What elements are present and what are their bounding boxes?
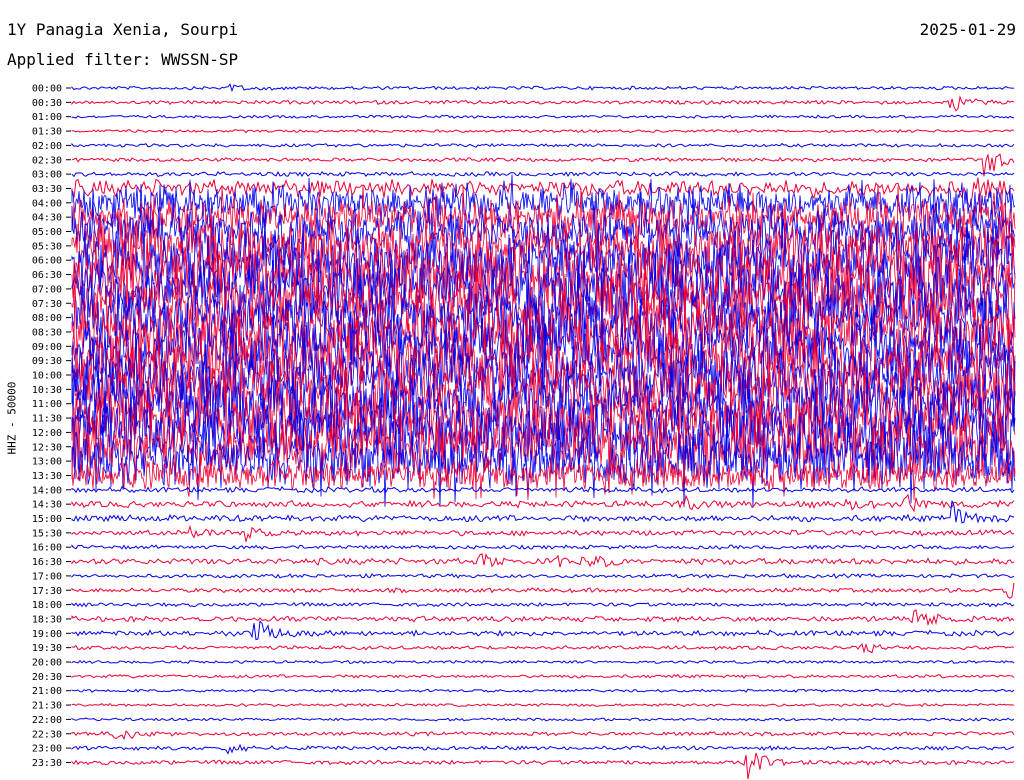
trace-line [71,601,1015,608]
trace-line [71,114,1015,119]
time-tick-label: 08:00 [32,313,62,324]
trace-line [71,485,1015,494]
time-tick-label: 22:30 [32,729,62,740]
time-tick-label: 14:30 [32,500,62,511]
trace-line [71,620,1015,641]
time-tick-label: 15:00 [32,514,62,525]
trace-line [71,142,1015,148]
trace-line [71,688,1015,693]
time-tick-label: 18:00 [32,600,62,611]
trace-line [71,83,1015,93]
time-tick-label: 13:30 [32,471,62,482]
time-tick-label: 21:30 [32,701,62,712]
trace-line [71,582,1015,599]
trace-line [71,717,1015,722]
time-tick-label: 11:00 [32,399,62,410]
trace-line [71,128,1014,134]
trace-line [71,524,1015,542]
time-tick-label: 08:30 [32,327,62,338]
trace-line [71,673,1015,679]
time-tick-label: 05:00 [32,227,62,238]
trace-line [71,642,1015,654]
trace-line [71,573,1015,579]
trace-line [71,171,1015,178]
time-tick-label: 01:00 [32,112,62,123]
trace-line [71,95,1015,112]
time-tick-label: 04:30 [32,213,62,224]
time-tick-label: 19:30 [32,643,62,654]
time-tick-label: 14:00 [32,485,62,496]
time-tick-label: 23:00 [32,744,62,755]
trace-line [71,609,1015,627]
time-tick-label: 13:00 [32,457,62,468]
time-tick-label: 19:00 [32,629,62,640]
time-tick-label: 16:30 [32,557,62,568]
time-tick-label: 10:30 [32,385,62,396]
time-tick-label: 17:30 [32,586,62,597]
time-tick-label: 01:30 [32,127,62,138]
time-tick-label: 21:00 [32,686,62,697]
trace-line [71,544,1015,551]
trace-line [71,730,1015,741]
trace-line [71,743,1015,755]
time-tick-label: 17:00 [32,571,62,582]
time-tick-label: 03:30 [32,184,62,195]
time-tick-label: 20:00 [32,658,62,669]
time-tick-label: 22:00 [32,715,62,726]
trace-line [71,659,1015,665]
time-tick-label: 03:00 [32,170,62,181]
time-tick-label: 11:30 [32,414,62,425]
time-tick-label: 12:30 [32,442,62,453]
trace-line [71,552,1015,568]
time-tick-label: 18:30 [32,614,62,625]
time-tick-label: 07:00 [32,284,62,295]
trace-line [71,752,1015,779]
time-tick-label: 02:30 [32,155,62,166]
trace-line [71,702,1015,708]
time-tick-label: 07:30 [32,299,62,310]
time-tick-label: 05:30 [32,241,62,252]
time-tick-label: 23:30 [32,758,62,769]
trace-line [71,493,1015,513]
time-tick-label: 00:30 [32,98,62,109]
time-tick-label: 12:00 [32,428,62,439]
time-tick-label: 00:00 [32,84,62,95]
time-tick-label: 15:30 [32,528,62,539]
time-tick-label: 02:00 [32,141,62,152]
time-tick-label: 06:00 [32,256,62,267]
time-tick-label: 04:00 [32,198,62,209]
helicorder-plot: 00:00 00:30 01:00 01:30 02:00 02:30 03:00 03:30… [32,83,1016,779]
time-tick-label: 09:30 [32,356,62,367]
time-tick-label: 09:00 [32,342,62,353]
time-tick-label: 20:30 [32,672,62,683]
time-tick-label: 06:30 [32,270,62,281]
time-tick-label: 16:00 [32,543,62,554]
time-tick-label: 10:00 [32,371,62,382]
